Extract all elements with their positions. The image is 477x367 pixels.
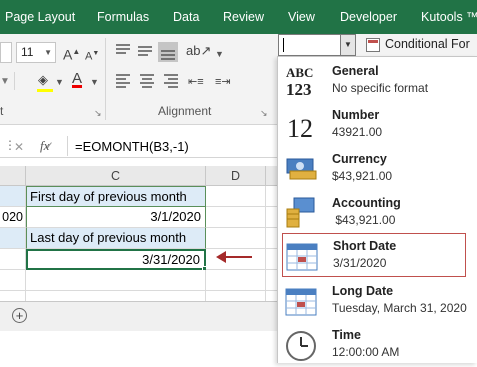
number-12-icon: 12 bbox=[287, 114, 313, 143]
tab-formulas[interactable]: Formulas bbox=[97, 0, 149, 34]
format-option-example: Tuesday, March 31, 2020 bbox=[332, 301, 467, 315]
format-option-title: Long Date bbox=[332, 284, 394, 298]
text-cursor bbox=[283, 37, 284, 52]
cell-c-label[interactable]: First day of previous month bbox=[26, 186, 206, 207]
orientation-icon[interactable]: ab↗ bbox=[186, 43, 211, 59]
alignment-group-label: Alignment bbox=[158, 104, 212, 118]
font-name-combo[interactable] bbox=[0, 42, 12, 63]
currency-icon bbox=[286, 158, 317, 180]
decrease-font-icon[interactable]: A▼ bbox=[85, 46, 99, 65]
ribbon-tab-bar: Page Layout Formulas Data Review View De… bbox=[0, 0, 477, 34]
format-option-title: Short Date bbox=[333, 239, 397, 253]
cell-empty[interactable] bbox=[0, 270, 26, 291]
format-option-example: $43,921.00 bbox=[332, 169, 393, 183]
increase-font-icon[interactable]: A▲ bbox=[63, 44, 80, 63]
fill-color-swatch bbox=[37, 89, 53, 92]
cell-b3[interactable] bbox=[0, 228, 26, 249]
cell-d1[interactable] bbox=[206, 186, 266, 207]
format-option-example: No specific format bbox=[332, 81, 429, 95]
active-cell[interactable]: 3/31/2020 bbox=[26, 249, 206, 270]
chevron-down-icon[interactable]: ▼ bbox=[340, 34, 356, 56]
format-option-long-date[interactable]: Long Date Tuesday, March 31, 2020 bbox=[278, 279, 477, 323]
clock-icon bbox=[286, 331, 316, 361]
format-option-title: Time bbox=[332, 328, 361, 342]
cell-c-label[interactable]: Last day of previous month bbox=[26, 228, 206, 249]
chevron-down-icon[interactable]: ▼ bbox=[55, 74, 64, 90]
formula-input[interactable]: =EOMONTH(B3,-1) bbox=[75, 139, 189, 154]
cell-b2[interactable]: 020 bbox=[0, 207, 26, 228]
tab-review[interactable]: Review bbox=[223, 0, 264, 34]
format-option-short-date[interactable]: Short Date 3/31/2020 bbox=[282, 233, 466, 277]
tab-developer[interactable]: Developer bbox=[340, 0, 397, 34]
abc-123-icon: ABC 123 bbox=[286, 65, 313, 99]
format-option-number[interactable]: 12 Number 43921.00 bbox=[278, 103, 477, 147]
insert-function-icon[interactable]: fx bbox=[40, 138, 49, 154]
chevron-down-icon[interactable]: ▼ bbox=[44, 43, 52, 62]
chevron-down-icon[interactable]: ▼ bbox=[90, 74, 99, 90]
tab-kutools[interactable]: Kutools ™ bbox=[421, 0, 477, 34]
cell-empty[interactable] bbox=[206, 270, 266, 291]
format-option-example: 12:00:00 AM bbox=[332, 345, 400, 359]
cancel-icon[interactable]: ✕ bbox=[14, 140, 24, 154]
font-size-combo[interactable]: 11 ▼ bbox=[16, 42, 56, 63]
column-header-d[interactable]: D bbox=[206, 166, 266, 186]
indent-increase-icon[interactable]: ≡⇥ bbox=[215, 74, 231, 90]
svg-text:12: 12 bbox=[287, 114, 313, 143]
font-size-value: 11 bbox=[21, 45, 34, 59]
format-option-time[interactable]: Time 12:00:00 AM bbox=[278, 323, 477, 367]
fill-color-icon[interactable]: ◈ bbox=[38, 72, 48, 88]
accounting-icon bbox=[286, 197, 315, 228]
svg-text:ABC: ABC bbox=[286, 65, 313, 80]
plus-circle-icon[interactable]: + bbox=[12, 308, 27, 323]
format-option-title: Currency bbox=[332, 152, 387, 166]
tab-view[interactable]: View bbox=[288, 0, 315, 34]
number-format-dropdown: ABC 123 General No specific format 12 Nu… bbox=[277, 56, 477, 363]
column-header-b[interactable] bbox=[0, 166, 26, 186]
conditional-formatting-icon-bar bbox=[368, 40, 378, 43]
cell-b4[interactable] bbox=[0, 249, 26, 270]
divider bbox=[14, 72, 15, 90]
format-option-example: 3/31/2020 bbox=[333, 256, 387, 270]
arrow-icon bbox=[216, 251, 252, 263]
indent-decrease-icon[interactable]: ⇤≡ bbox=[188, 74, 204, 90]
format-option-accounting[interactable]: Accounting $43,921.00 bbox=[278, 191, 477, 235]
sheet-tab-bar: + bbox=[0, 301, 280, 331]
worksheet-grid: C D First day of previous month 020 3/1/… bbox=[0, 166, 280, 363]
format-option-currency[interactable]: Currency $43,921.00 bbox=[278, 147, 477, 191]
format-option-general[interactable]: ABC 123 General No specific format bbox=[278, 59, 477, 103]
cell-d2[interactable] bbox=[206, 207, 266, 228]
format-option-example: $43,921.00 bbox=[332, 213, 396, 227]
cell-b1[interactable] bbox=[0, 186, 26, 207]
format-option-title: Accounting bbox=[332, 196, 401, 210]
border-dropdown-icon[interactable]: ▼ bbox=[0, 74, 10, 90]
font-color-icon[interactable]: A bbox=[72, 71, 82, 87]
column-header-c[interactable]: C bbox=[26, 166, 206, 186]
divider bbox=[105, 38, 106, 120]
calendar-icon bbox=[285, 288, 317, 316]
cell-d3[interactable] bbox=[206, 228, 266, 249]
dialog-launcher-icon[interactable]: ↘ bbox=[260, 105, 268, 121]
divider bbox=[67, 136, 68, 156]
cell-empty[interactable] bbox=[26, 270, 206, 291]
dialog-launcher-icon[interactable]: ↘ bbox=[94, 105, 102, 121]
tab-page-layout[interactable]: Page Layout bbox=[5, 0, 75, 34]
font-group-label: t bbox=[0, 104, 4, 118]
conditional-formatting-button[interactable]: Conditional For bbox=[385, 37, 470, 51]
format-option-title: General bbox=[332, 64, 379, 78]
svg-text:123: 123 bbox=[286, 80, 312, 99]
format-option-example: 43921.00 bbox=[332, 125, 383, 139]
format-option-title: Number bbox=[332, 108, 380, 122]
tab-data[interactable]: Data bbox=[173, 0, 199, 34]
calendar-icon bbox=[286, 243, 318, 271]
cell-c-value[interactable]: 3/1/2020 bbox=[26, 207, 206, 228]
chevron-down-icon[interactable]: ▼ bbox=[215, 46, 224, 62]
